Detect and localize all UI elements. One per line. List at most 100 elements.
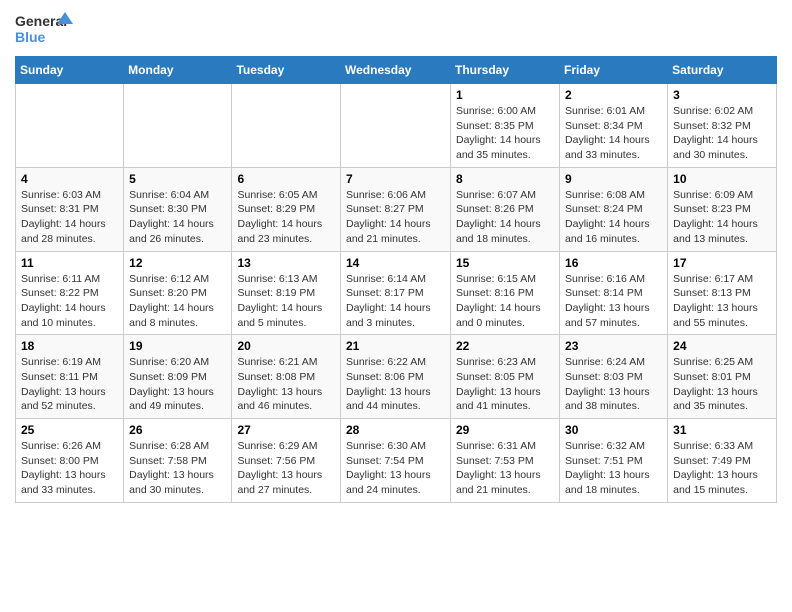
calendar-cell: 5 Sunrise: 6:04 AM Sunset: 8:30 PM Daylig… [124, 167, 232, 251]
day-number: 14 [346, 256, 445, 270]
calendar-cell: 11Sunrise: 6:11 AM Sunset: 8:22 PM Dayli… [16, 251, 124, 335]
calendar-cell: 27 Sunrise: 6:29 AM Sunset: 7:56 PM Dayli… [232, 419, 341, 503]
day-info: Sunrise: 6:03 AM Sunset: 8:31 PM Dayligh… [21, 189, 106, 245]
calendar-cell: 1 Sunrise: 6:00 AM Sunset: 8:35 PM Daylig… [451, 84, 560, 168]
day-number: 30 [565, 423, 662, 437]
calendar-week-row: 1 Sunrise: 6:00 AM Sunset: 8:35 PM Daylig… [16, 84, 777, 168]
day-number: 19 [129, 339, 226, 353]
calendar-header-monday: Monday [124, 57, 232, 84]
day-number: 4 [21, 172, 118, 186]
calendar-cell [124, 84, 232, 168]
day-info: Sunrise: 6:02 AM Sunset: 8:32 PM Dayligh… [673, 105, 758, 161]
day-info: Sunrise: 6:01 AM Sunset: 8:34 PM Dayligh… [565, 105, 650, 161]
calendar-cell: 12 Sunrise: 6:12 AM Sunset: 8:20 PM Dayli… [124, 251, 232, 335]
day-number: 26 [129, 423, 226, 437]
logo: GeneralBlue [15, 10, 75, 48]
day-number: 8 [456, 172, 554, 186]
day-number: 1 [456, 88, 554, 102]
day-info: Sunrise: 6:20 AM Sunset: 8:09 PM Dayligh… [129, 356, 214, 412]
calendar-cell: 28 Sunrise: 6:30 AM Sunset: 7:54 PM Dayli… [341, 419, 451, 503]
calendar-week-row: 18Sunrise: 6:19 AM Sunset: 8:11 PM Dayli… [16, 335, 777, 419]
day-info: Sunrise: 6:21 AM Sunset: 8:08 PM Dayligh… [237, 356, 322, 412]
header: GeneralBlue [15, 10, 777, 48]
day-number: 12 [129, 256, 226, 270]
calendar-table: SundayMondayTuesdayWednesdayThursdayFrid… [15, 56, 777, 503]
day-number: 21 [346, 339, 445, 353]
day-number: 2 [565, 88, 662, 102]
calendar-header-friday: Friday [560, 57, 668, 84]
day-number: 28 [346, 423, 445, 437]
calendar-week-row: 25Sunrise: 6:26 AM Sunset: 8:00 PM Dayli… [16, 419, 777, 503]
day-number: 16 [565, 256, 662, 270]
day-info: Sunrise: 6:12 AM Sunset: 8:20 PM Dayligh… [129, 273, 214, 329]
calendar-cell: 15 Sunrise: 6:15 AM Sunset: 8:16 PM Dayli… [451, 251, 560, 335]
calendar-cell: 26Sunrise: 6:28 AM Sunset: 7:58 PM Dayli… [124, 419, 232, 503]
day-info: Sunrise: 6:16 AM Sunset: 8:14 PM Dayligh… [565, 273, 650, 329]
day-number: 22 [456, 339, 554, 353]
calendar-cell: 17Sunrise: 6:17 AM Sunset: 8:13 PM Dayli… [668, 251, 777, 335]
day-number: 5 [129, 172, 226, 186]
calendar-week-row: 4 Sunrise: 6:03 AM Sunset: 8:31 PM Daylig… [16, 167, 777, 251]
day-info: Sunrise: 6:15 AM Sunset: 8:16 PM Dayligh… [456, 273, 541, 329]
calendar-cell: 3 Sunrise: 6:02 AM Sunset: 8:32 PM Daylig… [668, 84, 777, 168]
calendar-header-saturday: Saturday [668, 57, 777, 84]
calendar-cell [341, 84, 451, 168]
day-info: Sunrise: 6:22 AM Sunset: 8:06 PM Dayligh… [346, 356, 431, 412]
day-number: 17 [673, 256, 771, 270]
day-info: Sunrise: 6:08 AM Sunset: 8:24 PM Dayligh… [565, 189, 650, 245]
calendar-cell: 7Sunrise: 6:06 AM Sunset: 8:27 PM Daylig… [341, 167, 451, 251]
calendar-cell: 13Sunrise: 6:13 AM Sunset: 8:19 PM Dayli… [232, 251, 341, 335]
day-number: 10 [673, 172, 771, 186]
day-number: 27 [237, 423, 335, 437]
day-number: 29 [456, 423, 554, 437]
day-info: Sunrise: 6:00 AM Sunset: 8:35 PM Dayligh… [456, 105, 541, 161]
calendar-cell: 19 Sunrise: 6:20 AM Sunset: 8:09 PM Dayli… [124, 335, 232, 419]
calendar-cell: 16 Sunrise: 6:16 AM Sunset: 8:14 PM Dayli… [560, 251, 668, 335]
day-number: 24 [673, 339, 771, 353]
calendar-header-tuesday: Tuesday [232, 57, 341, 84]
calendar-cell: 9 Sunrise: 6:08 AM Sunset: 8:24 PM Daylig… [560, 167, 668, 251]
day-info: Sunrise: 6:33 AM Sunset: 7:49 PM Dayligh… [673, 440, 758, 496]
day-number: 25 [21, 423, 118, 437]
day-info: Sunrise: 6:32 AM Sunset: 7:51 PM Dayligh… [565, 440, 650, 496]
logo-svg: GeneralBlue [15, 10, 75, 48]
day-info: Sunrise: 6:23 AM Sunset: 8:05 PM Dayligh… [456, 356, 541, 412]
calendar-header-sunday: Sunday [16, 57, 124, 84]
day-info: Sunrise: 6:24 AM Sunset: 8:03 PM Dayligh… [565, 356, 650, 412]
day-number: 3 [673, 88, 771, 102]
day-info: Sunrise: 6:09 AM Sunset: 8:23 PM Dayligh… [673, 189, 758, 245]
day-number: 9 [565, 172, 662, 186]
calendar-cell: 24 Sunrise: 6:25 AM Sunset: 8:01 PM Dayli… [668, 335, 777, 419]
calendar-cell: 18Sunrise: 6:19 AM Sunset: 8:11 PM Dayli… [16, 335, 124, 419]
calendar-cell: 31 Sunrise: 6:33 AM Sunset: 7:49 PM Dayli… [668, 419, 777, 503]
calendar-cell: 25Sunrise: 6:26 AM Sunset: 8:00 PM Dayli… [16, 419, 124, 503]
day-info: Sunrise: 6:19 AM Sunset: 8:11 PM Dayligh… [21, 356, 106, 412]
calendar-cell: 20 Sunrise: 6:21 AM Sunset: 8:08 PM Dayli… [232, 335, 341, 419]
calendar-cell: 21 Sunrise: 6:22 AM Sunset: 8:06 PM Dayli… [341, 335, 451, 419]
day-info: Sunrise: 6:13 AM Sunset: 8:19 PM Dayligh… [237, 273, 322, 329]
day-number: 31 [673, 423, 771, 437]
day-number: 15 [456, 256, 554, 270]
calendar-header-thursday: Thursday [451, 57, 560, 84]
calendar-week-row: 11Sunrise: 6:11 AM Sunset: 8:22 PM Dayli… [16, 251, 777, 335]
day-number: 6 [237, 172, 335, 186]
day-info: Sunrise: 6:11 AM Sunset: 8:22 PM Dayligh… [21, 273, 106, 329]
day-info: Sunrise: 6:14 AM Sunset: 8:17 PM Dayligh… [346, 273, 431, 329]
calendar-cell: 23Sunrise: 6:24 AM Sunset: 8:03 PM Dayli… [560, 335, 668, 419]
calendar-cell: 4 Sunrise: 6:03 AM Sunset: 8:31 PM Daylig… [16, 167, 124, 251]
calendar-cell [232, 84, 341, 168]
day-info: Sunrise: 6:04 AM Sunset: 8:30 PM Dayligh… [129, 189, 214, 245]
calendar-cell: 8Sunrise: 6:07 AM Sunset: 8:26 PM Daylig… [451, 167, 560, 251]
calendar-cell: 10 Sunrise: 6:09 AM Sunset: 8:23 PM Dayli… [668, 167, 777, 251]
calendar-cell: 14 Sunrise: 6:14 AM Sunset: 8:17 PM Dayli… [341, 251, 451, 335]
calendar-cell: 29Sunrise: 6:31 AM Sunset: 7:53 PM Dayli… [451, 419, 560, 503]
calendar-header-wednesday: Wednesday [341, 57, 451, 84]
day-info: Sunrise: 6:30 AM Sunset: 7:54 PM Dayligh… [346, 440, 431, 496]
day-info: Sunrise: 6:29 AM Sunset: 7:56 PM Dayligh… [237, 440, 322, 496]
day-number: 20 [237, 339, 335, 353]
day-info: Sunrise: 6:05 AM Sunset: 8:29 PM Dayligh… [237, 189, 322, 245]
day-info: Sunrise: 6:25 AM Sunset: 8:01 PM Dayligh… [673, 356, 758, 412]
day-info: Sunrise: 6:06 AM Sunset: 8:27 PM Dayligh… [346, 189, 431, 245]
calendar-cell: 2 Sunrise: 6:01 AM Sunset: 8:34 PM Daylig… [560, 84, 668, 168]
calendar-cell [16, 84, 124, 168]
